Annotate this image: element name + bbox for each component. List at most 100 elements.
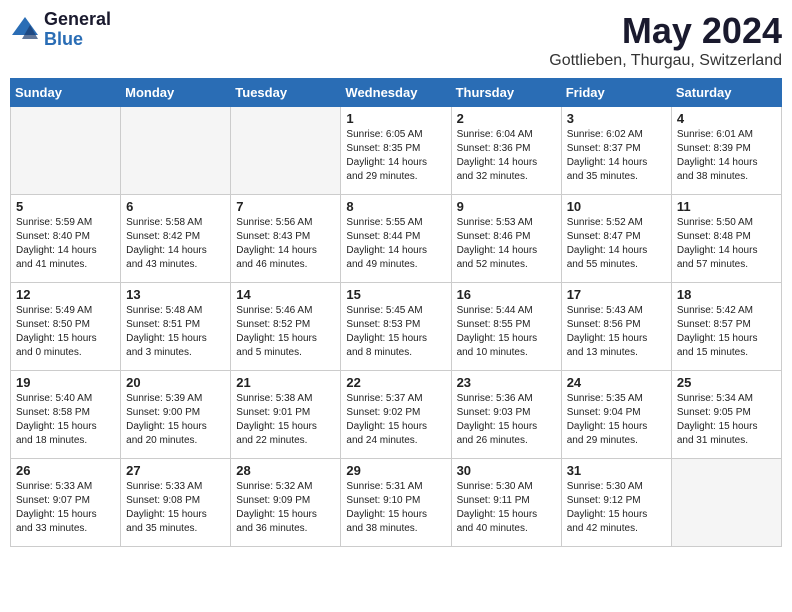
day-cell: 23 Sunrise: 5:36 AM Sunset: 9:03 PM Dayli… (451, 371, 561, 459)
day-info: Sunrise: 5:34 AM Sunset: 9:05 PM Dayligh… (677, 392, 776, 448)
day-number: 7 (236, 199, 335, 214)
day-number: 31 (567, 463, 666, 478)
location: Gottlieben, Thurgau, Switzerland (549, 52, 782, 70)
day-number: 10 (567, 199, 666, 214)
day-number: 14 (236, 287, 335, 302)
day-info: Sunrise: 5:36 AM Sunset: 9:03 PM Dayligh… (457, 392, 556, 448)
day-cell: 24 Sunrise: 5:35 AM Sunset: 9:04 PM Dayli… (561, 371, 671, 459)
day-number: 2 (457, 111, 556, 126)
day-info: Sunrise: 5:55 AM Sunset: 8:44 PM Dayligh… (346, 216, 445, 272)
day-info: Sunrise: 6:05 AM Sunset: 8:35 PM Dayligh… (346, 128, 445, 184)
day-header-tuesday: Tuesday (231, 79, 341, 107)
day-header-wednesday: Wednesday (341, 79, 451, 107)
day-info: Sunrise: 6:04 AM Sunset: 8:36 PM Dayligh… (457, 128, 556, 184)
day-cell (671, 459, 781, 547)
day-cell: 17 Sunrise: 5:43 AM Sunset: 8:56 PM Dayli… (561, 283, 671, 371)
logo: General Blue (10, 10, 111, 50)
day-info: Sunrise: 5:32 AM Sunset: 9:09 PM Dayligh… (236, 480, 335, 536)
day-info: Sunrise: 5:33 AM Sunset: 9:07 PM Dayligh… (16, 480, 115, 536)
day-number: 15 (346, 287, 445, 302)
day-number: 20 (126, 375, 225, 390)
day-cell: 10 Sunrise: 5:52 AM Sunset: 8:47 PM Dayli… (561, 195, 671, 283)
day-cell: 12 Sunrise: 5:49 AM Sunset: 8:50 PM Dayli… (11, 283, 121, 371)
day-cell: 28 Sunrise: 5:32 AM Sunset: 9:09 PM Dayli… (231, 459, 341, 547)
day-number: 29 (346, 463, 445, 478)
title-area: May 2024 Gottlieben, Thurgau, Switzerlan… (549, 10, 782, 70)
day-cell: 25Sunrise: 5:34 AM Sunset: 9:05 PM Dayli… (671, 371, 781, 459)
page-header: General Blue May 2024 Gottlieben, Thurga… (10, 10, 782, 70)
day-info: Sunrise: 5:50 AM Sunset: 8:48 PM Dayligh… (677, 216, 776, 272)
day-header-monday: Monday (121, 79, 231, 107)
day-number: 11 (677, 199, 776, 214)
day-cell: 21 Sunrise: 5:38 AM Sunset: 9:01 PM Dayli… (231, 371, 341, 459)
day-cell: 15 Sunrise: 5:45 AM Sunset: 8:53 PM Dayli… (341, 283, 451, 371)
day-info: Sunrise: 5:37 AM Sunset: 9:02 PM Dayligh… (346, 392, 445, 448)
logo-icon (10, 15, 40, 45)
day-header-saturday: Saturday (671, 79, 781, 107)
day-info: Sunrise: 5:46 AM Sunset: 8:52 PM Dayligh… (236, 304, 335, 360)
day-number: 1 (346, 111, 445, 126)
logo-blue-text: Blue (44, 30, 111, 50)
day-info: Sunrise: 5:30 AM Sunset: 9:12 PM Dayligh… (567, 480, 666, 536)
day-info: Sunrise: 6:01 AM Sunset: 8:39 PM Dayligh… (677, 128, 776, 184)
day-cell: 26 Sunrise: 5:33 AM Sunset: 9:07 PM Dayli… (11, 459, 121, 547)
day-info: Sunrise: 6:02 AM Sunset: 8:37 PM Dayligh… (567, 128, 666, 184)
week-row-1: 1 Sunrise: 6:05 AM Sunset: 8:35 PM Daylig… (11, 107, 782, 195)
day-number: 17 (567, 287, 666, 302)
day-number: 8 (346, 199, 445, 214)
day-info: Sunrise: 5:35 AM Sunset: 9:04 PM Dayligh… (567, 392, 666, 448)
day-cell: 18Sunrise: 5:42 AM Sunset: 8:57 PM Dayli… (671, 283, 781, 371)
day-cell: 3Sunrise: 6:02 AM Sunset: 8:37 PM Daylig… (561, 107, 671, 195)
day-info: Sunrise: 5:52 AM Sunset: 8:47 PM Dayligh… (567, 216, 666, 272)
day-number: 21 (236, 375, 335, 390)
day-cell: 8 Sunrise: 5:55 AM Sunset: 8:44 PM Daylig… (341, 195, 451, 283)
day-info: Sunrise: 5:42 AM Sunset: 8:57 PM Dayligh… (677, 304, 776, 360)
calendar-table: SundayMondayTuesdayWednesdayThursdayFrid… (10, 78, 782, 547)
day-number: 23 (457, 375, 556, 390)
day-number: 28 (236, 463, 335, 478)
day-cell: 4 Sunrise: 6:01 AM Sunset: 8:39 PM Daylig… (671, 107, 781, 195)
day-info: Sunrise: 5:40 AM Sunset: 8:58 PM Dayligh… (16, 392, 115, 448)
day-number: 4 (677, 111, 776, 126)
day-cell: 7 Sunrise: 5:56 AM Sunset: 8:43 PM Daylig… (231, 195, 341, 283)
day-info: Sunrise: 5:58 AM Sunset: 8:42 PM Dayligh… (126, 216, 225, 272)
day-info: Sunrise: 5:44 AM Sunset: 8:55 PM Dayligh… (457, 304, 556, 360)
day-info: Sunrise: 5:56 AM Sunset: 8:43 PM Dayligh… (236, 216, 335, 272)
day-cell: 1 Sunrise: 6:05 AM Sunset: 8:35 PM Daylig… (341, 107, 451, 195)
day-cell: 16 Sunrise: 5:44 AM Sunset: 8:55 PM Dayli… (451, 283, 561, 371)
day-number: 24 (567, 375, 666, 390)
day-cell: 6 Sunrise: 5:58 AM Sunset: 8:42 PM Daylig… (121, 195, 231, 283)
day-cell: 5Sunrise: 5:59 AM Sunset: 8:40 PM Daylig… (11, 195, 121, 283)
day-info: Sunrise: 5:49 AM Sunset: 8:50 PM Dayligh… (16, 304, 115, 360)
month-title: May 2024 (549, 10, 782, 52)
day-cell: 27Sunrise: 5:33 AM Sunset: 9:08 PM Dayli… (121, 459, 231, 547)
day-number: 26 (16, 463, 115, 478)
day-info: Sunrise: 5:30 AM Sunset: 9:11 PM Dayligh… (457, 480, 556, 536)
week-row-5: 26 Sunrise: 5:33 AM Sunset: 9:07 PM Dayli… (11, 459, 782, 547)
header-row: SundayMondayTuesdayWednesdayThursdayFrid… (11, 79, 782, 107)
day-cell: 31 Sunrise: 5:30 AM Sunset: 9:12 PM Dayli… (561, 459, 671, 547)
week-row-2: 5Sunrise: 5:59 AM Sunset: 8:40 PM Daylig… (11, 195, 782, 283)
day-cell (121, 107, 231, 195)
day-cell: 22 Sunrise: 5:37 AM Sunset: 9:02 PM Dayli… (341, 371, 451, 459)
day-cell (11, 107, 121, 195)
day-number: 9 (457, 199, 556, 214)
day-cell (231, 107, 341, 195)
logo-general-text: General (44, 10, 111, 30)
day-number: 22 (346, 375, 445, 390)
day-info: Sunrise: 5:45 AM Sunset: 8:53 PM Dayligh… (346, 304, 445, 360)
day-number: 19 (16, 375, 115, 390)
week-row-3: 12 Sunrise: 5:49 AM Sunset: 8:50 PM Dayli… (11, 283, 782, 371)
day-info: Sunrise: 5:31 AM Sunset: 9:10 PM Dayligh… (346, 480, 445, 536)
day-cell: 20Sunrise: 5:39 AM Sunset: 9:00 PM Dayli… (121, 371, 231, 459)
day-cell: 2 Sunrise: 6:04 AM Sunset: 8:36 PM Daylig… (451, 107, 561, 195)
day-info: Sunrise: 5:43 AM Sunset: 8:56 PM Dayligh… (567, 304, 666, 360)
day-number: 12 (16, 287, 115, 302)
day-info: Sunrise: 5:38 AM Sunset: 9:01 PM Dayligh… (236, 392, 335, 448)
day-header-friday: Friday (561, 79, 671, 107)
day-number: 5 (16, 199, 115, 214)
day-header-thursday: Thursday (451, 79, 561, 107)
day-number: 16 (457, 287, 556, 302)
day-cell: 14 Sunrise: 5:46 AM Sunset: 8:52 PM Dayli… (231, 283, 341, 371)
day-number: 6 (126, 199, 225, 214)
